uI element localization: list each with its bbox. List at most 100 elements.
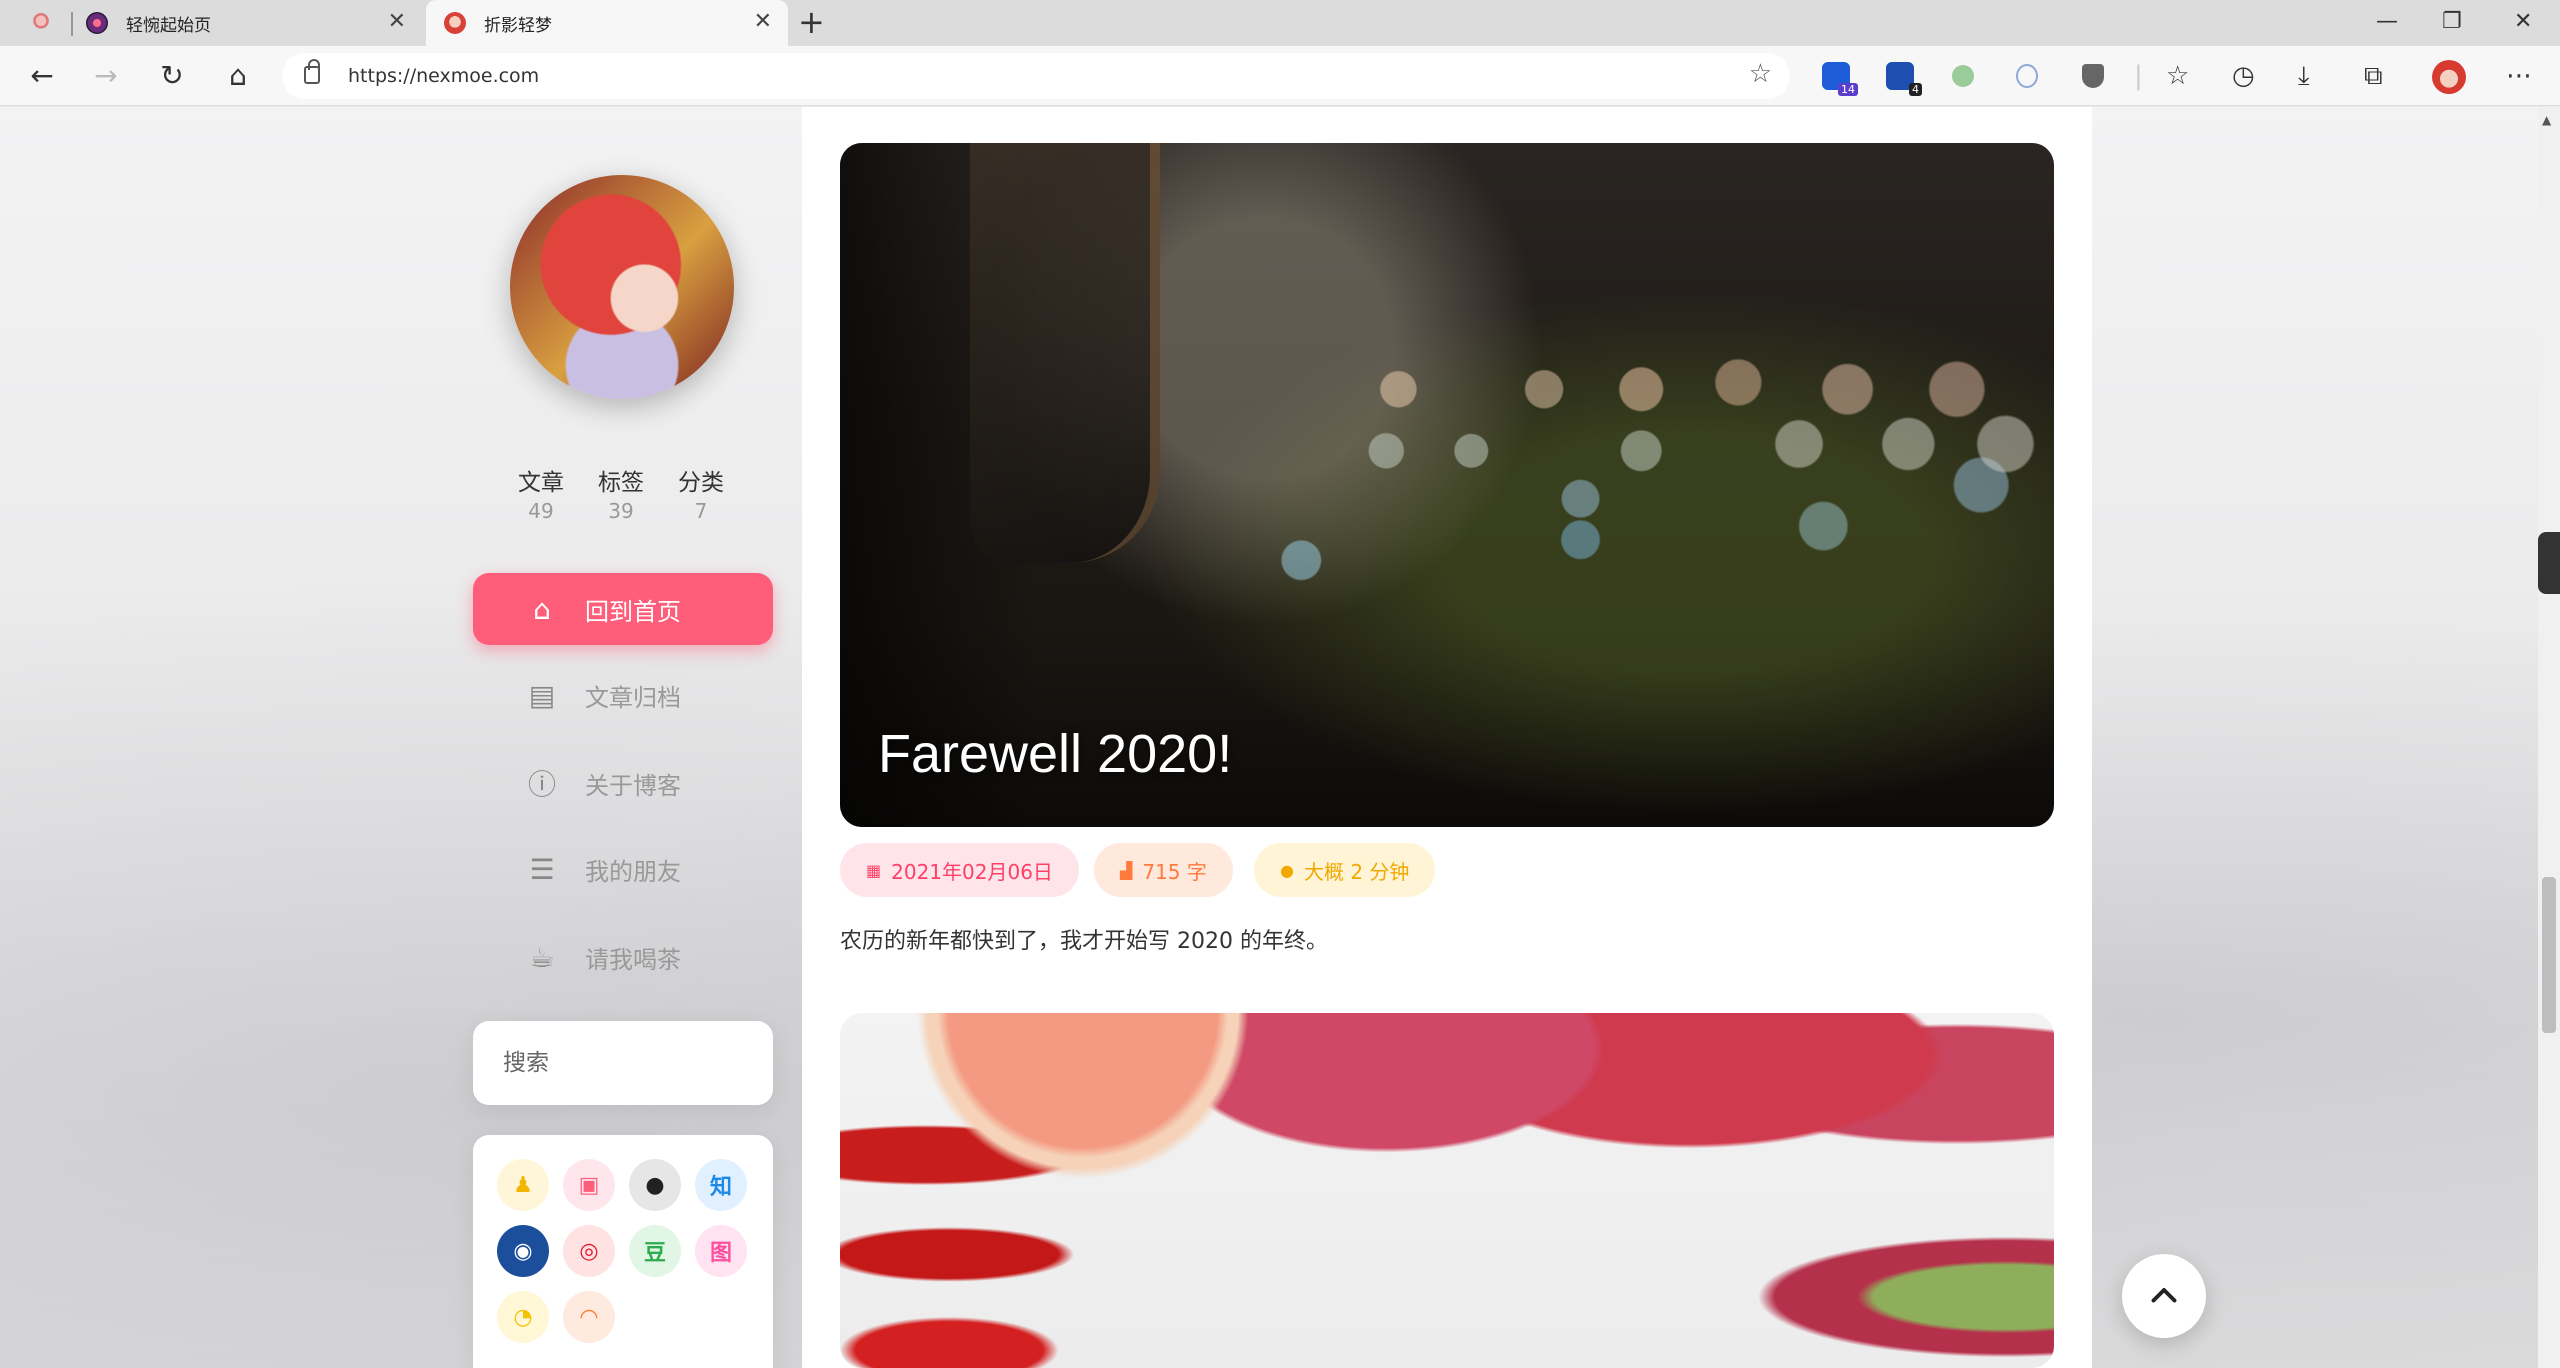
close-window-button[interactable]: ✕ [2514, 8, 2532, 36]
coffee-icon: ☕ [529, 940, 555, 974]
web-page: 文章 49 标签 39 分类 7 ⌂ 回到首页 ▤ 文章归档 ⓘ 关于博客 ☰ [0, 107, 2560, 1368]
coin-icon[interactable]: ◔ [497, 1291, 549, 1343]
post-date-badge[interactable]: ▦ 2021年02月06日 [840, 843, 1079, 897]
info-icon: ⓘ [527, 768, 556, 801]
tab-start-page[interactable]: 轻惋起始页 ✕ [80, 0, 422, 46]
back-button[interactable]: ← [24, 58, 60, 94]
archive-icon: ▤ [528, 678, 556, 712]
menu-item-about[interactable]: ⓘ 关于博客 [473, 747, 773, 819]
history-icon[interactable]: ◷ [2232, 58, 2255, 94]
stat-label: 标签 [598, 470, 644, 496]
menu-item-friends[interactable]: ☰ 我的朋友 [473, 833, 773, 905]
stat-label: 文章 [518, 470, 564, 496]
post-cover-image[interactable] [840, 1013, 2054, 1368]
search-card [473, 1021, 773, 1105]
post-readtime-badge: ● 大概 2 分钟 [1254, 843, 1436, 897]
back-to-top-button[interactable] [2122, 1254, 2206, 1338]
menu-item-donate[interactable]: ☕ 请我喝茶 [473, 921, 773, 993]
new-tab-button[interactable]: + [798, 6, 825, 38]
favorites-icon[interactable]: ☆ [2166, 58, 2189, 94]
tab-nexmoe[interactable]: 折影轻梦 ✕ [426, 0, 788, 46]
extension-3-icon[interactable] [1952, 65, 1974, 87]
post-words: 715 字 [1142, 859, 1207, 884]
side-panel-handle[interactable] [2538, 532, 2560, 594]
stat-tags[interactable]: 标签 39 [586, 463, 656, 523]
shield-extension-icon[interactable] [2082, 64, 2104, 88]
extension-1-badge: 14 [1838, 83, 1858, 96]
qq-icon[interactable]: ♟ [497, 1159, 549, 1211]
forward-button[interactable]: → [88, 58, 124, 94]
stat-value: 7 [694, 499, 708, 523]
browser-tab-bar: 轻惋起始页 ✕ 折影轻梦 ✕ + — ❐ ✕ [0, 0, 2560, 46]
minimize-button[interactable]: — [2376, 8, 2398, 36]
more-menu-icon[interactable]: ⋯ [2506, 58, 2532, 94]
menu-item-label: 关于博客 [585, 771, 681, 800]
clock-icon: ● [1280, 860, 1294, 880]
zhihu-icon[interactable]: 知 [695, 1159, 747, 1211]
steam-icon[interactable]: ◉ [497, 1225, 549, 1277]
extension-1-icon[interactable]: 14 [1822, 62, 1858, 96]
nexmoe-favicon-icon [444, 12, 466, 34]
list-icon: ☰ [529, 852, 555, 886]
extension-2-badge: 4 [1909, 83, 1922, 96]
page-scrollbar[interactable]: ▲ [2538, 107, 2560, 1368]
url-text[interactable]: https://nexmoe.com [348, 65, 539, 87]
extension-4-icon[interactable] [2016, 64, 2038, 88]
home-button[interactable]: ⌂ [220, 58, 256, 94]
address-toolbar: ← → ↻ ⌂ https://nexmoe.com ☆ 14 4 | ☆ ◷ … [0, 46, 2560, 106]
menu-item-label: 文章归档 [585, 683, 681, 712]
extension-2-icon[interactable]: 4 [1886, 62, 1922, 96]
lock-icon[interactable] [304, 59, 320, 84]
add-favorite-icon[interactable]: ☆ [1749, 59, 1772, 89]
tab-close-icon[interactable]: ✕ [388, 11, 406, 33]
tab-separator [71, 12, 73, 36]
scrollbar-thumb[interactable] [2542, 877, 2556, 1033]
downloads-icon[interactable]: ⤓ [2298, 58, 2310, 94]
stat-posts[interactable]: 文章 49 [506, 463, 576, 523]
post-list: Farewell 2020! ▦ 2021年02月06日 ▟ 715 字 ● 大… [802, 107, 2092, 1368]
menu-item-archive[interactable]: ▤ 文章归档 [473, 659, 773, 731]
post-cover-image[interactable]: Farewell 2020! [840, 143, 2054, 827]
menu-item-label: 回到首页 [585, 597, 681, 626]
stat-value: 39 [608, 499, 634, 523]
profile-avatar[interactable] [2432, 60, 2466, 94]
sidebar: 文章 49 标签 39 分类 7 ⌂ 回到首页 ▤ 文章归档 ⓘ 关于博客 ☰ [470, 107, 780, 1368]
tab-title: 轻惋起始页 [126, 15, 211, 36]
cover-glasses-shape [970, 143, 1160, 563]
bilibili-icon[interactable]: ▣ [563, 1159, 615, 1211]
menu-item-label: 请我喝茶 [585, 945, 681, 974]
restore-button[interactable]: ❐ [2442, 8, 2462, 36]
rss-icon[interactable]: ◠ [563, 1291, 615, 1343]
social-links-card: ♟ ▣ ● 知 ◉ ◎ 豆 图 ◔ ◠ [473, 1135, 773, 1368]
weibo-icon[interactable]: ◎ [563, 1225, 615, 1277]
douban-icon[interactable]: 豆 [629, 1225, 681, 1277]
post-read-time: 大概 2 分钟 [1303, 859, 1410, 884]
scroll-up-arrow-icon[interactable]: ▲ [2542, 113, 2551, 127]
post-words-badge: ▟ 715 字 [1094, 843, 1233, 897]
toolbar-divider: | [2134, 61, 2143, 91]
chevron-up-icon [2151, 1288, 2177, 1303]
stat-categories[interactable]: 分类 7 [666, 463, 736, 523]
chart-icon: ▟ [1120, 860, 1133, 880]
stat-value: 49 [528, 499, 554, 523]
post-excerpt: 农历的新年都快到了，我才开始写 2020 的年终。 [840, 929, 1328, 954]
pinned-tab-favicon-icon [30, 12, 52, 34]
tab-close-icon[interactable]: ✕ [754, 11, 772, 33]
tab-title: 折影轻梦 [484, 15, 552, 36]
calendar-icon: ▦ [866, 860, 882, 880]
refresh-button[interactable]: ↻ [154, 58, 190, 94]
start-page-favicon-icon [86, 12, 108, 34]
github-icon[interactable]: ● [629, 1159, 681, 1211]
address-bar[interactable]: https://nexmoe.com ☆ [282, 53, 1790, 99]
pixiv-icon[interactable]: 图 [695, 1225, 747, 1277]
post-date: 2021年02月06日 [891, 859, 1053, 884]
post-title[interactable]: Farewell 2020! [878, 723, 1232, 785]
collections-icon[interactable]: ⧉ [2364, 58, 2383, 94]
home-icon: ⌂ [533, 592, 551, 626]
stat-label: 分类 [678, 470, 724, 496]
menu-item-label: 我的朋友 [585, 857, 681, 886]
blog-avatar[interactable] [510, 175, 734, 399]
menu-item-home[interactable]: ⌂ 回到首页 [473, 573, 773, 645]
blog-stats: 文章 49 标签 39 分类 7 [506, 463, 736, 523]
search-input[interactable] [473, 1021, 773, 1105]
